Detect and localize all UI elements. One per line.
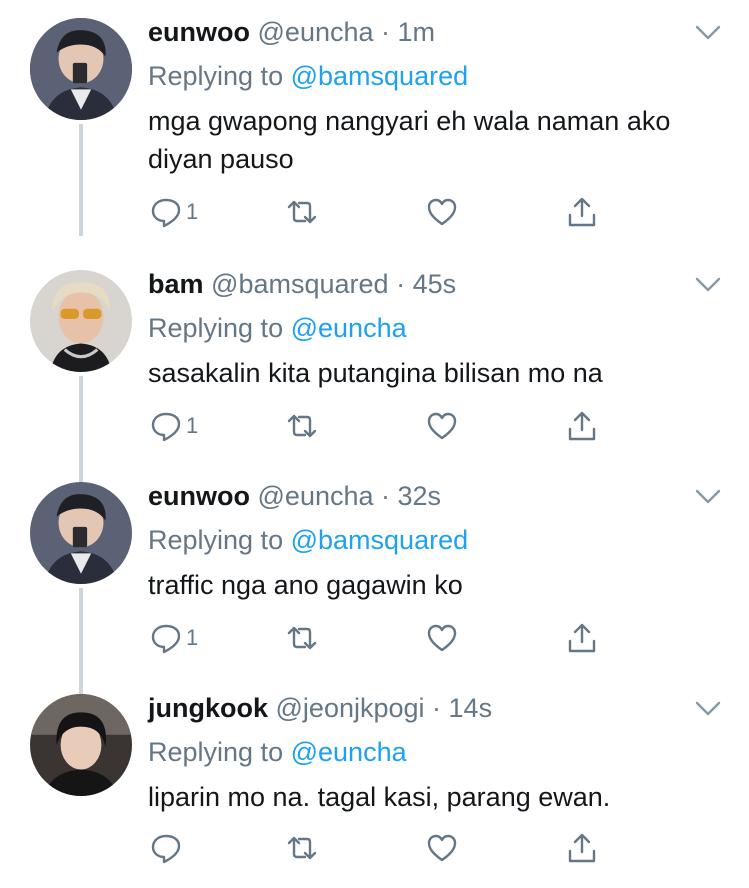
like-button[interactable] — [426, 830, 458, 866]
tweet-header: bam @bamsquared · 45s — [148, 266, 456, 302]
share-button[interactable] — [566, 408, 598, 444]
avatar[interactable] — [30, 270, 132, 372]
user-handle[interactable]: @euncha — [258, 17, 374, 47]
separator-dot: · — [373, 17, 398, 47]
retweet-icon — [287, 414, 317, 438]
like-button[interactable] — [426, 620, 458, 656]
tweet-actions — [148, 830, 618, 866]
replying-to: Replying to @bamsquared — [148, 522, 468, 558]
reply-button[interactable]: 1 — [150, 408, 198, 444]
retweet-icon — [287, 200, 317, 224]
like-icon — [427, 624, 457, 652]
mention-link[interactable]: @bamsquared — [291, 61, 469, 91]
display-name[interactable]: jungkook — [148, 693, 268, 723]
reply-button[interactable]: 1 — [150, 620, 198, 656]
mention-link[interactable]: @euncha — [291, 313, 407, 343]
tweet-thread: eunwoo @euncha · 1m Replying to @bamsqua… — [0, 0, 749, 878]
reply-count: 1 — [186, 413, 199, 438]
user-handle[interactable]: @euncha — [258, 481, 374, 511]
replying-prefix: Replying to — [148, 61, 284, 91]
chevron-down-icon[interactable] — [695, 700, 721, 718]
retweet-icon — [287, 836, 317, 860]
replying-prefix: Replying to — [148, 737, 284, 767]
like-icon — [427, 198, 457, 226]
reply-icon — [151, 834, 181, 864]
user-handle[interactable]: @bamsquared — [211, 269, 389, 299]
tweet[interactable]: bam @bamsquared · 45s Replying to @eunch… — [0, 252, 749, 488]
reply-count: 1 — [186, 199, 199, 224]
share-button[interactable] — [566, 830, 598, 866]
reply-count: 1 — [186, 625, 199, 650]
share-icon — [568, 833, 596, 863]
tweet[interactable]: eunwoo @euncha · 1m Replying to @bamsqua… — [0, 0, 749, 236]
reply-button[interactable]: 1 — [150, 194, 198, 230]
like-button[interactable] — [426, 194, 458, 230]
display-name[interactable]: eunwoo — [148, 481, 250, 511]
tweet-text: liparin mo na. tagal kasi, parang ewan. — [148, 782, 611, 812]
tweet-actions: 1 — [148, 620, 618, 656]
tweet[interactable]: jungkook @jeonjkpogi · 14s Replying to @… — [0, 676, 749, 888]
reply-button[interactable] — [150, 830, 186, 866]
share-icon — [568, 623, 596, 653]
retweet-button[interactable] — [286, 194, 318, 230]
tweet-text: traffic nga ano gagawin ko — [148, 570, 463, 600]
avatar[interactable] — [30, 694, 132, 796]
share-icon — [568, 197, 596, 227]
tweet-header: jungkook @jeonjkpogi · 14s — [148, 690, 492, 726]
like-icon — [427, 834, 457, 862]
display-name[interactable]: eunwoo — [148, 17, 250, 47]
timestamp[interactable]: 1m — [398, 17, 436, 47]
reply-icon — [151, 624, 181, 654]
tweet-text: mga gwapong nangyari eh wala naman ako d… — [148, 106, 671, 174]
separator-dot: · — [388, 269, 413, 299]
timestamp[interactable]: 45s — [413, 269, 457, 299]
retweet-icon — [287, 626, 317, 650]
replying-prefix: Replying to — [148, 313, 284, 343]
retweet-button[interactable] — [286, 408, 318, 444]
replying-to: Replying to @euncha — [148, 310, 407, 346]
replying-prefix: Replying to — [148, 525, 284, 555]
timestamp[interactable]: 32s — [398, 481, 442, 511]
reply-icon — [151, 198, 181, 228]
share-icon — [568, 411, 596, 441]
share-button[interactable] — [566, 620, 598, 656]
replying-to: Replying to @bamsquared — [148, 58, 468, 94]
thread-connector — [79, 124, 83, 236]
tweet-header: eunwoo @euncha · 1m — [148, 14, 435, 50]
chevron-down-icon[interactable] — [695, 24, 721, 42]
share-button[interactable] — [566, 194, 598, 230]
retweet-button[interactable] — [286, 830, 318, 866]
replying-to: Replying to @euncha — [148, 734, 407, 770]
retweet-button[interactable] — [286, 620, 318, 656]
tweet[interactable]: eunwoo @euncha · 32s Replying to @bamsqu… — [0, 464, 749, 700]
tweet-text: sasakalin kita putangina bilisan mo na — [148, 358, 603, 388]
chevron-down-icon[interactable] — [695, 488, 721, 506]
avatar[interactable] — [30, 482, 132, 584]
tweet-actions: 1 — [148, 408, 618, 444]
separator-dot: · — [424, 693, 449, 723]
timestamp[interactable]: 14s — [449, 693, 493, 723]
mention-link[interactable]: @euncha — [291, 737, 407, 767]
like-button[interactable] — [426, 408, 458, 444]
like-icon — [427, 412, 457, 440]
avatar[interactable] — [30, 18, 132, 120]
mention-link[interactable]: @bamsquared — [291, 525, 469, 555]
tweet-header: eunwoo @euncha · 32s — [148, 478, 441, 514]
display-name[interactable]: bam — [148, 269, 204, 299]
chevron-down-icon[interactable] — [695, 276, 721, 294]
user-handle[interactable]: @jeonjkpogi — [276, 693, 425, 723]
separator-dot: · — [373, 481, 398, 511]
reply-icon — [151, 412, 181, 442]
tweet-actions: 1 — [148, 194, 618, 230]
